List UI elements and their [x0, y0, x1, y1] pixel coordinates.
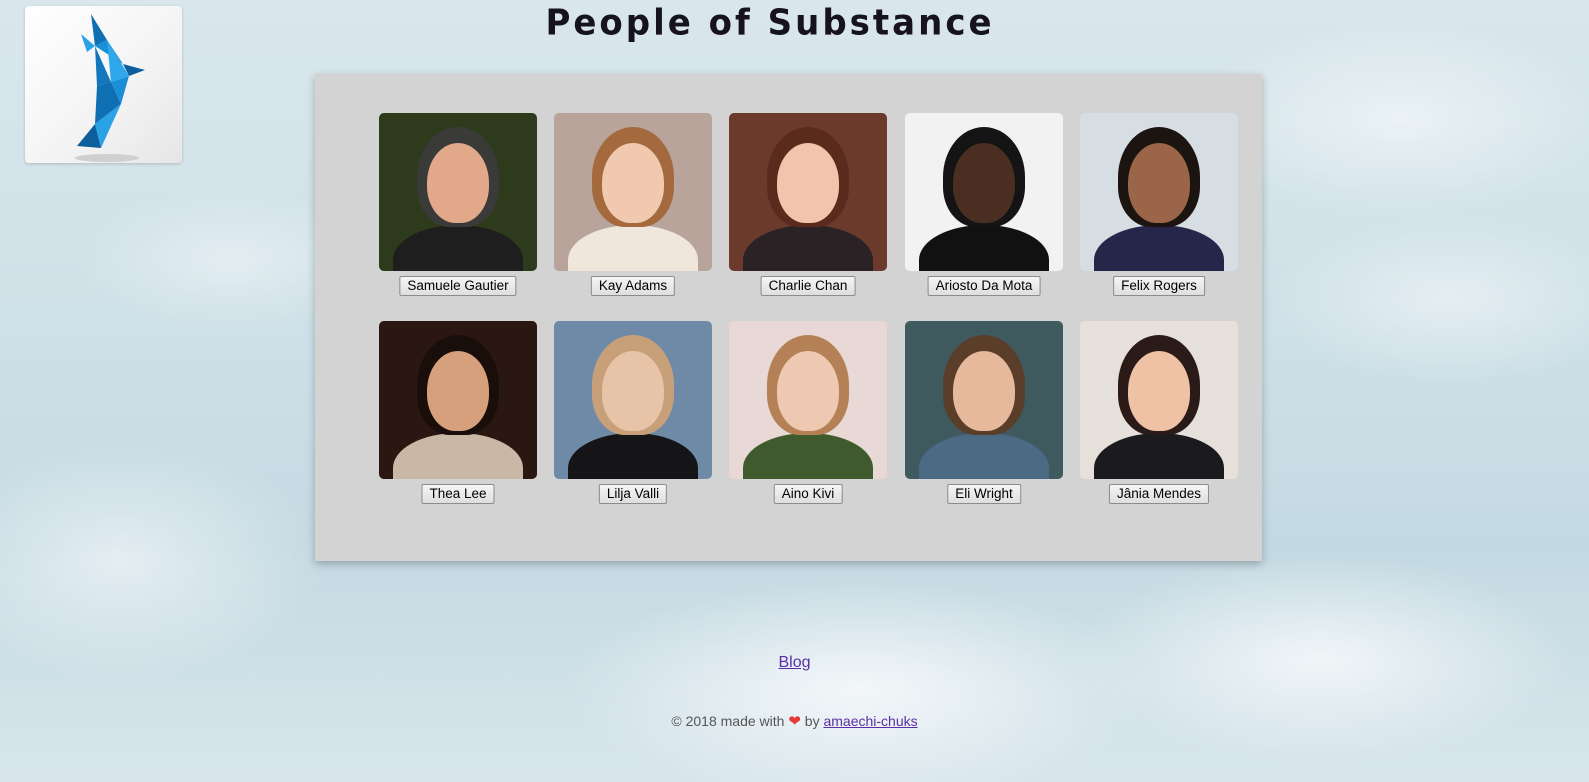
- profile-photo[interactable]: [554, 113, 712, 271]
- person-name-button[interactable]: Kay Adams: [590, 276, 676, 296]
- photo-shoulders: [743, 225, 873, 271]
- photo-shoulders: [743, 433, 873, 479]
- person-name-button[interactable]: Aino Kivi: [773, 484, 843, 504]
- person-name-button[interactable]: Charlie Chan: [760, 276, 856, 296]
- person-name-button[interactable]: Ariosto Da Mota: [927, 276, 1041, 296]
- blog-link[interactable]: Blog: [778, 654, 810, 671]
- photo-face: [602, 351, 664, 431]
- person-card: Thea Lee: [379, 321, 537, 521]
- person-card: Aino Kivi: [729, 321, 887, 521]
- photo-face: [602, 143, 664, 223]
- person-name-button[interactable]: Thea Lee: [421, 484, 495, 504]
- photo-shoulders: [393, 225, 523, 271]
- person-card: Kay Adams: [554, 113, 712, 313]
- person-name-button[interactable]: Lilja Valli: [598, 484, 668, 504]
- person-name-button[interactable]: Eli Wright: [947, 484, 1021, 504]
- page-title: People of Substance: [545, 2, 995, 44]
- author-link[interactable]: amaechi-chuks: [823, 713, 917, 729]
- profile-photo[interactable]: [1080, 321, 1238, 479]
- photo-face: [953, 143, 1015, 223]
- origami-bird-icon: [75, 14, 145, 162]
- blog-link-container: Blog: [0, 654, 1589, 672]
- person-card: Eli Wright: [905, 321, 1063, 521]
- photo-shoulders: [919, 225, 1049, 271]
- person-name-button[interactable]: Jânia Mendes: [1108, 484, 1210, 504]
- photo-shoulders: [568, 225, 698, 271]
- photo-face: [427, 351, 489, 431]
- person-card: Ariosto Da Mota: [905, 113, 1063, 313]
- person-card: Lilja Valli: [554, 321, 712, 521]
- photo-face: [1128, 351, 1190, 431]
- photo-face: [777, 351, 839, 431]
- profile-photo[interactable]: [905, 321, 1063, 479]
- photo-shoulders: [1094, 433, 1224, 479]
- photo-shoulders: [568, 433, 698, 479]
- profile-photo[interactable]: [729, 321, 887, 479]
- profile-photo[interactable]: [554, 321, 712, 479]
- footer-by: by: [804, 713, 820, 729]
- person-card: Jânia Mendes: [1080, 321, 1238, 521]
- photo-face: [953, 351, 1015, 431]
- person-card: Samuele Gautier: [379, 113, 537, 313]
- footer: © 2018 made with ❤ by amaechi-chuks: [0, 712, 1589, 730]
- photo-shoulders: [1094, 225, 1224, 271]
- photo-shoulders: [919, 433, 1049, 479]
- profile-photo[interactable]: [729, 113, 887, 271]
- photo-face: [427, 143, 489, 223]
- heart-icon: ❤: [788, 713, 801, 730]
- person-name-button[interactable]: Samuele Gautier: [399, 276, 517, 296]
- profile-photo[interactable]: [379, 113, 537, 271]
- people-gallery: Samuele Gautier Kay Adams Charlie Chan Ario…: [315, 74, 1262, 561]
- profile-photo[interactable]: [905, 113, 1063, 271]
- logo[interactable]: [25, 6, 182, 163]
- photo-face: [1128, 143, 1190, 223]
- person-card: Charlie Chan: [729, 113, 887, 313]
- photo-shoulders: [393, 433, 523, 479]
- profile-photo[interactable]: [379, 321, 537, 479]
- photo-face: [777, 143, 839, 223]
- footer-prefix: © 2018 made with: [671, 713, 785, 729]
- person-card: Felix Rogers: [1080, 113, 1238, 313]
- profile-photo[interactable]: [1080, 113, 1238, 271]
- person-name-button[interactable]: Felix Rogers: [1113, 276, 1205, 296]
